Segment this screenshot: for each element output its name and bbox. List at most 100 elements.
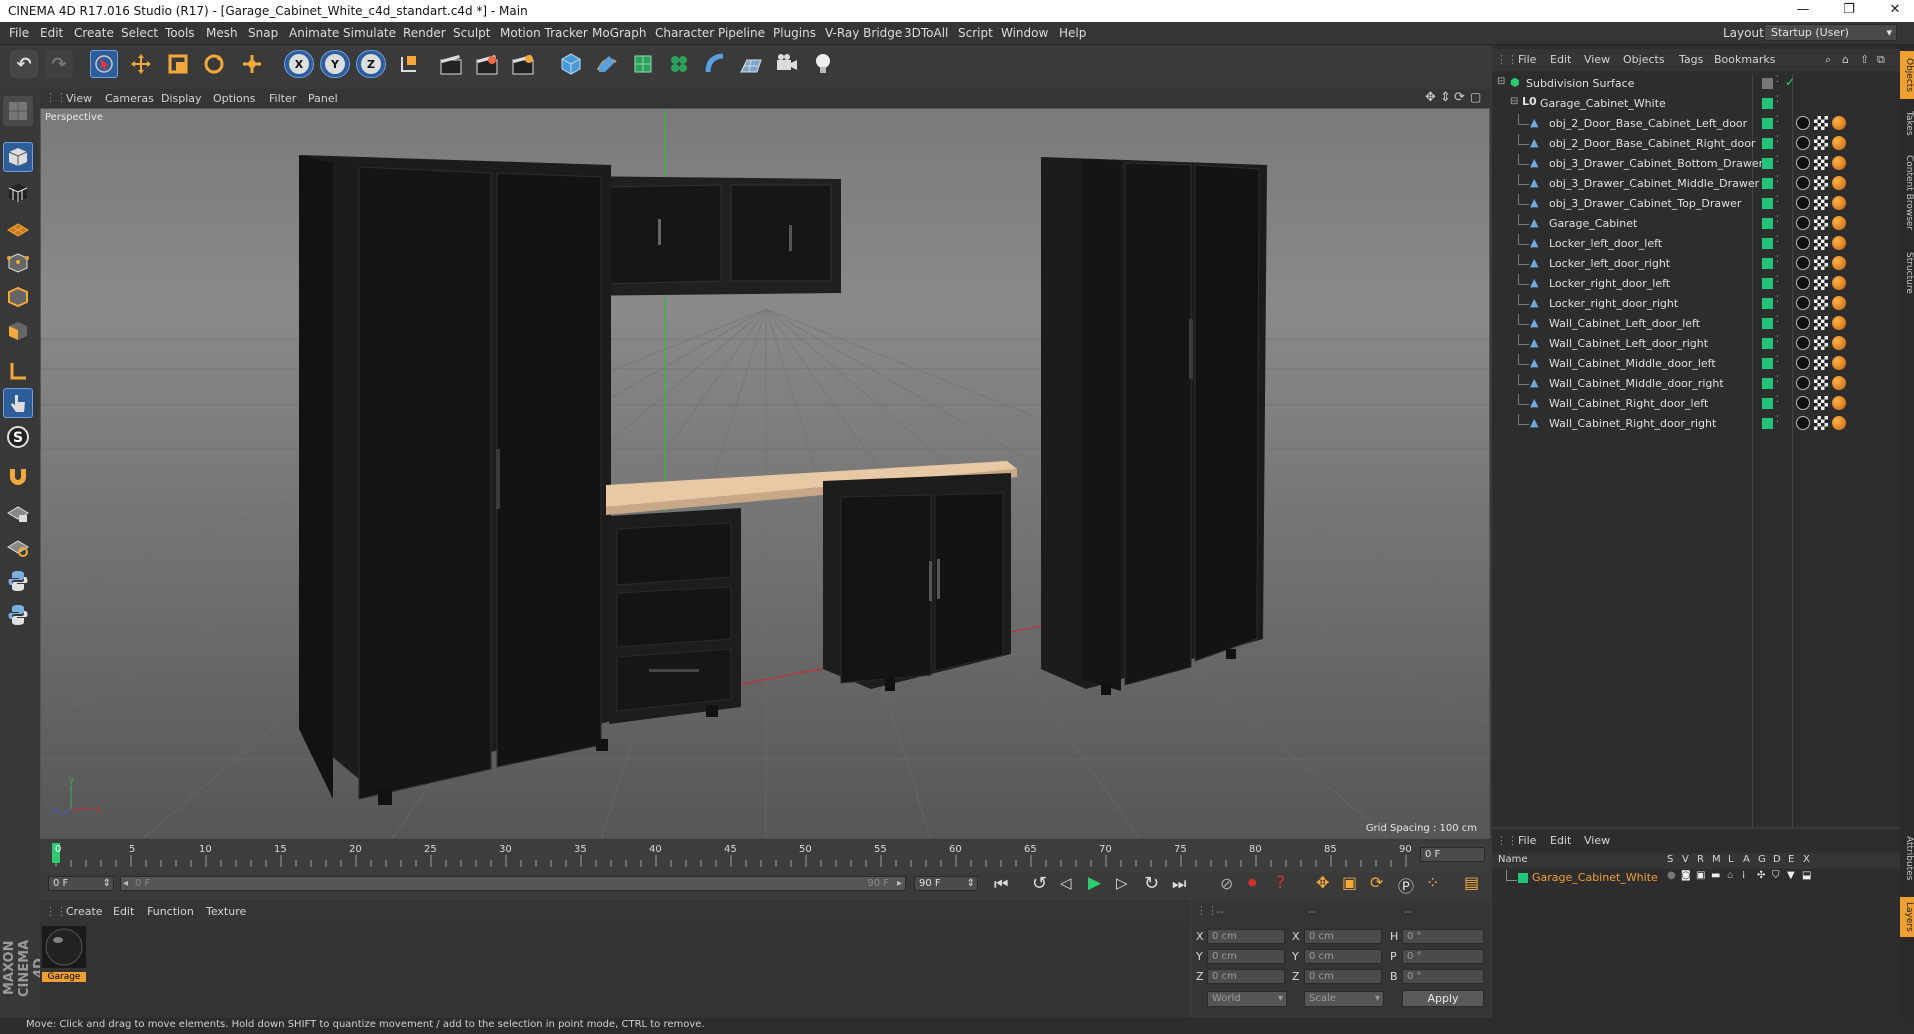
phong-tag-icon[interactable] [1796,216,1810,230]
uvw-tag-icon[interactable] [1814,236,1828,250]
scale-tool-button[interactable] [164,50,192,78]
layer-lock-icon[interactable]: ⌂ [1727,870,1733,881]
phong-tag-icon[interactable] [1796,196,1810,210]
phong-tag-icon[interactable] [1796,116,1810,130]
record-disabled-icon[interactable]: ⊘ [1220,874,1233,893]
make-editable-button[interactable] [3,96,33,126]
visibility-dots-icon[interactable]: ⁚ [1776,315,1779,325]
object-row-child[interactable]: ▲ obj_2_Door_Base_Cabinet_Left_door ⁚ [1492,114,1900,134]
layer-color-swatch[interactable] [1762,358,1773,369]
uvw-tag-icon[interactable] [1814,376,1828,390]
layer-color-swatch[interactable] [1762,78,1773,89]
layer-deformers-icon[interactable]: ⛉ [1772,870,1780,881]
menu-motion-tracker[interactable]: Motion Tracker [500,26,588,40]
minimize-button[interactable]: — [1788,2,1818,17]
visibility-dots-icon[interactable]: ⁚ [1776,155,1779,165]
size-z-field[interactable]: 0 cm [1304,969,1382,984]
axis-x-lock-button[interactable]: X [284,50,314,78]
render-settings-button[interactable] [509,50,537,78]
material-tag-icon[interactable] [1832,416,1846,430]
key-pla-button[interactable]: ⁘ [1426,873,1439,892]
phong-tag-icon[interactable] [1796,336,1810,350]
material-tag-icon[interactable] [1832,316,1846,330]
collapse-icon[interactable]: ⊟ [1510,96,1518,107]
visibility-dots-icon[interactable]: ⁚ [1776,355,1779,365]
goto-start-button[interactable]: ⏮ [994,874,1008,894]
layer-xref-icon[interactable]: ⬓ [1802,870,1811,881]
layer-view-icon[interactable]: ◙ [1681,870,1691,881]
phong-tag-icon[interactable] [1796,136,1810,150]
menu-animate[interactable]: Animate [289,26,339,40]
move-tool-button[interactable] [127,50,155,78]
tab-layers[interactable]: Layers [1900,897,1914,937]
menu-vray-bridge[interactable]: V-Ray Bridge [825,26,902,40]
layer-color-swatch[interactable] [1762,318,1773,329]
texture-mode-button[interactable] [3,178,33,208]
layers-menu-edit[interactable]: Edit [1550,834,1571,847]
render-picture-viewer-button[interactable] [473,50,501,78]
material-tag-icon[interactable] [1832,356,1846,370]
layer-render-icon[interactable]: ▣ [1696,870,1705,881]
visibility-dots-icon[interactable]: ⁚ [1776,395,1779,405]
size-x-field[interactable]: 0 cm [1304,929,1382,944]
object-row-child[interactable]: ▲ Garage_Cabinet ⁚ [1492,214,1900,234]
magnet-button[interactable] [3,460,33,490]
uvw-tag-icon[interactable] [1814,196,1828,210]
phong-tag-icon[interactable] [1796,176,1810,190]
phong-tag-icon[interactable] [1796,356,1810,370]
phong-tag-icon[interactable] [1796,236,1810,250]
layer-color-swatch[interactable] [1762,138,1773,149]
layer-color-swatch[interactable] [1762,198,1773,209]
enabled-check-icon[interactable]: ✓ [1785,75,1795,89]
objects-menu-file[interactable]: File [1518,53,1536,66]
object-row-child[interactable]: ▲ obj_3_Drawer_Cabinet_Middle_Drawer ⁚ [1492,174,1900,194]
menu-snap[interactable]: Snap [248,26,278,40]
object-row-child[interactable]: ▲ Locker_left_door_left ⁚ [1492,234,1900,254]
layer-color-swatch[interactable] [1518,873,1528,883]
uvw-tag-icon[interactable] [1814,316,1828,330]
viewport-menu-filter[interactable]: Filter [269,92,296,105]
menu-help[interactable]: Help [1059,26,1086,40]
visibility-dots-icon[interactable]: ⁚ [1776,295,1779,305]
step-back-button[interactable]: ◁ [1060,874,1072,892]
material-tag-icon[interactable] [1832,396,1846,410]
menu-sculpt[interactable]: Sculpt [453,26,490,40]
add-environment-button[interactable] [737,50,765,78]
layer-color-swatch[interactable] [1762,278,1773,289]
viewport-rotate-icon[interactable]: ⟳ [1454,90,1465,105]
polygons-mode-button[interactable] [3,316,33,346]
rotation-b-field[interactable]: 0 ° [1402,969,1484,984]
uvw-tag-icon[interactable] [1814,156,1828,170]
viewport-menu-display[interactable]: Display [161,92,202,105]
material-tag-icon[interactable] [1832,376,1846,390]
current-frame-field[interactable]: 0 F [1420,847,1485,862]
rotation-h-field[interactable]: 0 ° [1402,929,1484,944]
timeline-menu-button[interactable]: ▤ [1464,873,1479,892]
object-row-child[interactable]: ▲ Wall_Cabinet_Middle_door_right ⁚ [1492,374,1900,394]
menu-render[interactable]: Render [403,26,446,40]
play-button[interactable]: ▶ [1088,873,1101,893]
menu-script[interactable]: Script [958,26,993,40]
layer-color-swatch[interactable] [1762,258,1773,269]
layer-name[interactable]: Garage_Cabinet_White [1532,871,1658,884]
material-menu-function[interactable]: Function [147,905,194,918]
object-row-child[interactable]: ▲ obj_3_Drawer_Cabinet_Bottom_Drawer ⁚ [1492,154,1900,174]
tab-takes[interactable]: Takes [1900,105,1914,141]
visibility-dots-icon[interactable]: ⁚ [1776,275,1779,285]
viewport-menu-panel[interactable]: Panel [308,92,338,105]
tweak-mode-button[interactable] [3,388,33,418]
layer-generators-icon[interactable]: ✣ [1757,870,1765,881]
layer-color-swatch[interactable] [1762,218,1773,229]
visibility-dots-icon[interactable]: ⁚ [1776,335,1779,345]
key-rotation-button[interactable]: ⟳ [1370,873,1383,892]
phong-tag-icon[interactable] [1796,156,1810,170]
render-view-button[interactable] [437,50,465,78]
phong-tag-icon[interactable] [1796,296,1810,310]
material-tag-icon[interactable] [1832,336,1846,350]
viewport-move-icon[interactable]: ✥ [1425,90,1436,105]
object-row-child[interactable]: ▲ Locker_left_door_right ⁚ [1492,254,1900,274]
layer-solo-icon[interactable]: ● [1667,870,1676,881]
prev-key-button[interactable]: ↺ [1032,873,1047,894]
phong-tag-icon[interactable] [1796,256,1810,270]
objects-menu-edit[interactable]: Edit [1550,53,1571,66]
